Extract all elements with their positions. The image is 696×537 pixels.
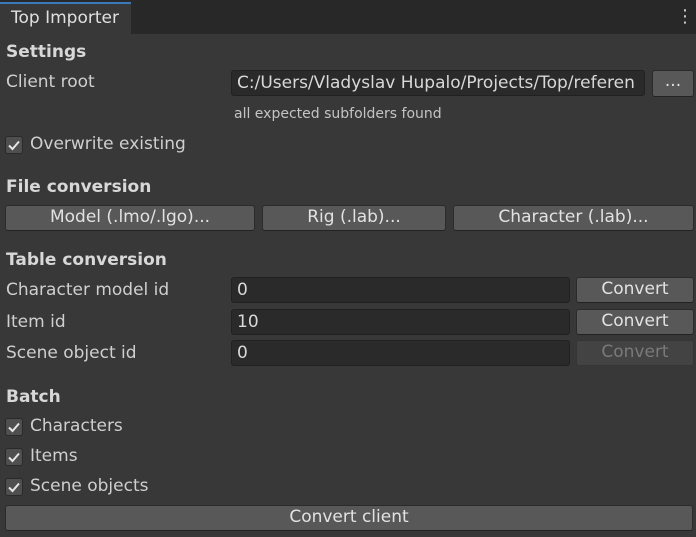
checkmark-icon: [8, 482, 20, 493]
scene-objects-label: Scene objects: [30, 476, 149, 496]
scene-object-id-field[interactable]: 0: [231, 340, 570, 366]
client-root-label: Client root: [6, 72, 95, 92]
convert-client-button[interactable]: Convert client: [5, 505, 693, 531]
item-convert-button[interactable]: Convert: [576, 309, 694, 335]
character-model-convert-button[interactable]: Convert: [576, 277, 694, 303]
rig-convert-button[interactable]: Rig (.lab)...: [262, 205, 446, 231]
characters-label: Characters: [30, 416, 123, 436]
character-convert-button[interactable]: Character (.lab)...: [453, 205, 694, 231]
scene-objects-checkbox[interactable]: [5, 478, 23, 496]
checkmark-icon: [8, 140, 20, 151]
overwrite-checkbox[interactable]: [5, 136, 23, 154]
file-conversion-section-title: File conversion: [6, 177, 152, 197]
model-convert-button[interactable]: Model (.lmo/.lgo)...: [5, 205, 255, 231]
client-root-field[interactable]: C:/Users/Vladyslav Hupalo/Projects/Top/r…: [231, 70, 645, 96]
overwrite-label: Overwrite existing: [30, 134, 186, 154]
tab-bar: Top Importer ⋮: [0, 0, 696, 34]
importer-window: Top Importer ⋮ Settings Client root C:/U…: [0, 0, 696, 537]
tab-title: Top Importer: [11, 8, 119, 28]
table-conversion-section-title: Table conversion: [6, 250, 167, 270]
items-label: Items: [30, 446, 78, 466]
client-root-status: all expected subfolders found: [234, 106, 442, 122]
items-checkbox[interactable]: [5, 448, 23, 466]
checkmark-icon: [8, 422, 20, 433]
scene-object-convert-button: Convert: [576, 340, 694, 366]
batch-section-title: Batch: [6, 387, 61, 407]
settings-section-title: Settings: [6, 42, 87, 62]
scene-object-id-label: Scene object id: [6, 343, 137, 363]
item-id-label: Item id: [6, 312, 66, 332]
checkmark-icon: [8, 452, 20, 463]
character-model-id-label: Character model id: [6, 280, 170, 300]
tab-top-importer[interactable]: Top Importer: [0, 2, 131, 34]
item-id-field[interactable]: 10: [231, 309, 570, 335]
character-model-id-field[interactable]: 0: [231, 277, 570, 303]
characters-checkbox[interactable]: [5, 418, 23, 436]
browse-button[interactable]: ...: [652, 70, 694, 97]
kebab-menu-icon[interactable]: ⋮: [676, 7, 694, 27]
